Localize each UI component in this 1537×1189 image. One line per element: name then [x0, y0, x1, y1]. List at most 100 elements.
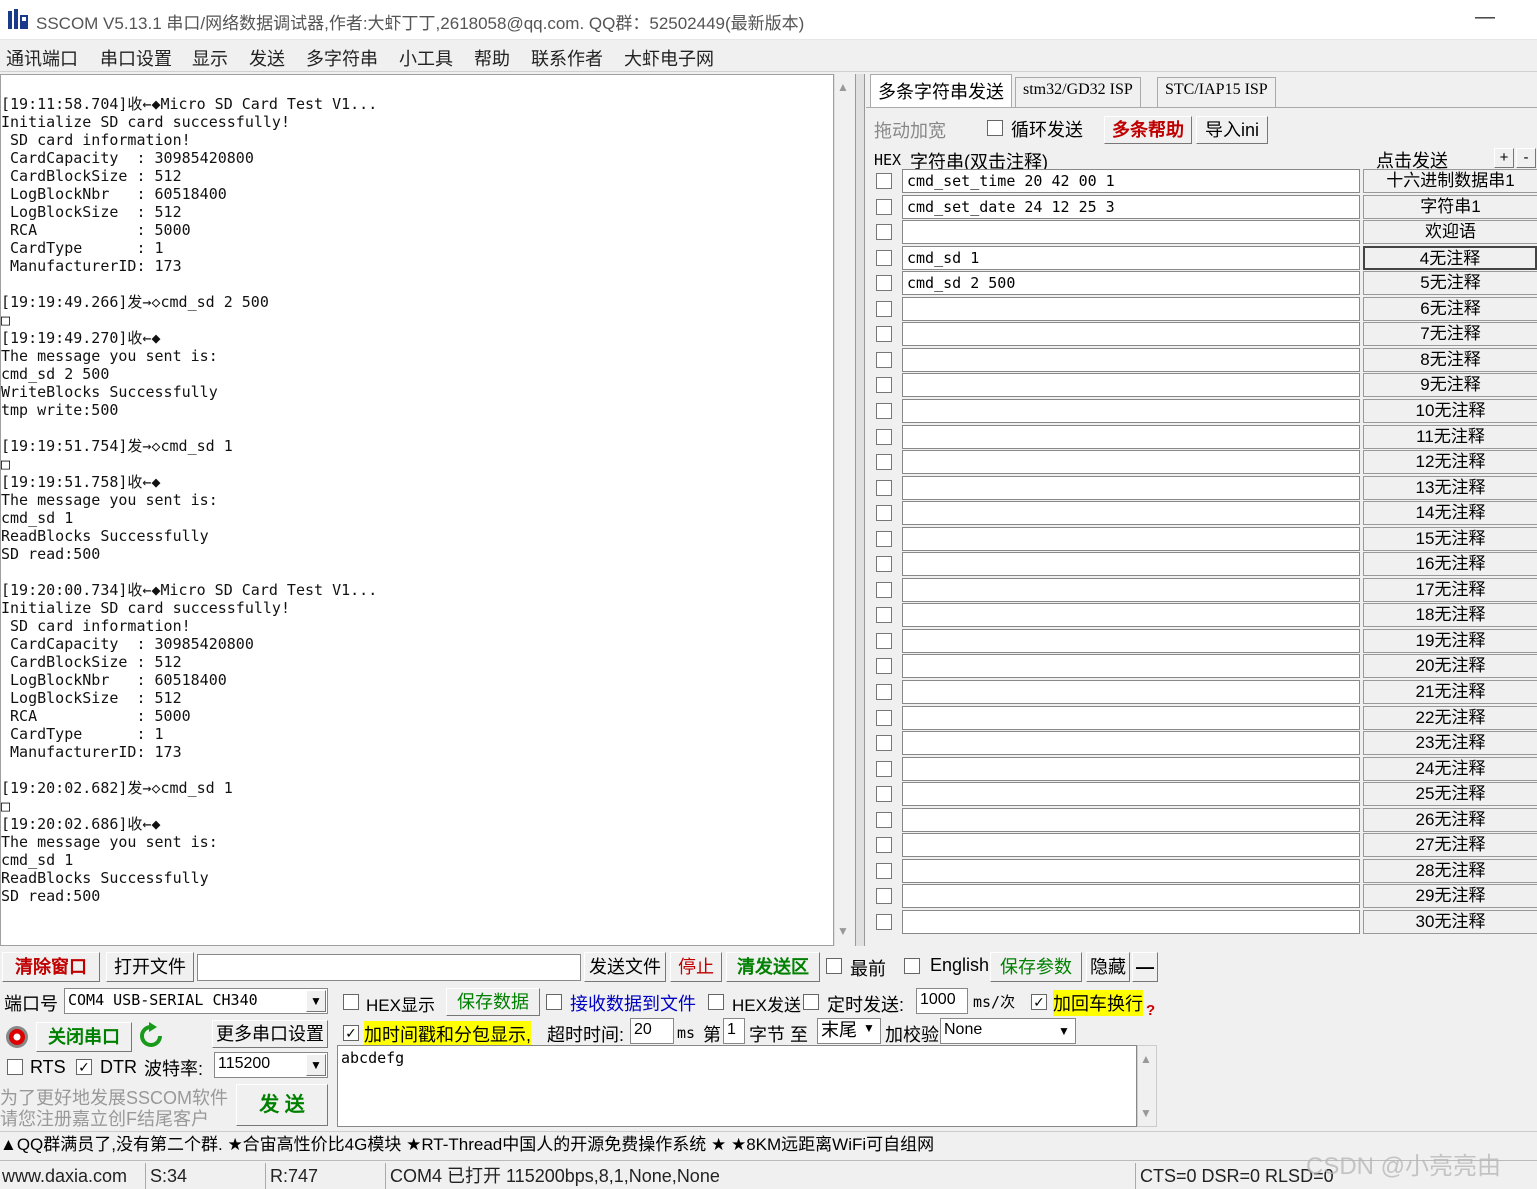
row-send-button[interactable]: 12无注释	[1363, 450, 1537, 474]
checksum-select[interactable]: None	[940, 1018, 1076, 1044]
row-send-button[interactable]: 23无注释	[1363, 731, 1537, 755]
row-string-input[interactable]	[902, 731, 1360, 755]
drag-widen-label[interactable]: 拖动加宽	[874, 117, 946, 143]
dtr-checkbox[interactable]: ✓	[76, 1059, 92, 1075]
row-send-button[interactable]: 7无注释	[1363, 322, 1537, 346]
send-scroll-up-icon[interactable]: ▲	[1140, 1052, 1152, 1066]
row-string-input[interactable]	[902, 552, 1360, 576]
row-string-input[interactable]: cmd_set_date 24 12 25 3	[902, 195, 1360, 219]
row-send-button[interactable]: 30无注释	[1363, 910, 1537, 934]
menu-send[interactable]: 发送	[249, 45, 285, 71]
row-string-input[interactable]: cmd_set_time 20 42 00 1	[902, 169, 1360, 193]
menu-comm-port[interactable]: 通讯端口	[6, 45, 78, 71]
clear-send-area-button[interactable]: 清发送区	[726, 952, 820, 982]
row-send-button[interactable]: 27无注释	[1363, 833, 1537, 857]
remove-row-button[interactable]: -	[1516, 148, 1536, 168]
row-string-input[interactable]	[902, 833, 1360, 857]
row-hex-checkbox[interactable]	[876, 505, 892, 521]
row-string-input[interactable]: cmd_sd 2 500	[902, 271, 1360, 295]
recv-to-file-checkbox[interactable]	[546, 994, 562, 1010]
row-hex-checkbox[interactable]	[876, 480, 892, 496]
row-hex-checkbox[interactable]	[876, 786, 892, 802]
clear-window-button[interactable]: 清除窗口	[2, 952, 100, 982]
row-string-input[interactable]	[902, 680, 1360, 704]
row-hex-checkbox[interactable]	[876, 812, 892, 828]
menu-daxia-site[interactable]: 大虾电子网	[624, 45, 714, 71]
row-send-button[interactable]: 17无注释	[1363, 578, 1537, 602]
row-string-input[interactable]	[902, 348, 1360, 372]
row-hex-checkbox[interactable]	[876, 403, 892, 419]
row-string-input[interactable]	[902, 782, 1360, 806]
crlf-help-icon[interactable]: ?	[1146, 1002, 1155, 1019]
scroll-up-icon[interactable]: ▲	[837, 80, 849, 94]
row-hex-checkbox[interactable]	[876, 761, 892, 777]
row-hex-checkbox[interactable]	[876, 658, 892, 674]
port-select[interactable]: COM4 USB-SERIAL CH340	[64, 988, 328, 1014]
collapse-button[interactable]: —	[1132, 952, 1158, 982]
row-send-button[interactable]: 25无注释	[1363, 782, 1537, 806]
receive-scrollbar[interactable]: ▲ ▼	[834, 74, 854, 946]
hex-display-checkbox[interactable]	[343, 994, 359, 1010]
row-send-button[interactable]: 4无注释	[1363, 246, 1537, 270]
row-send-button[interactable]: 21无注释	[1363, 680, 1537, 704]
row-hex-checkbox[interactable]	[876, 735, 892, 751]
send-scrollbar[interactable]: ▲ ▼	[1137, 1045, 1157, 1127]
file-path-field[interactable]	[197, 954, 581, 981]
row-string-input[interactable]	[902, 884, 1360, 908]
row-send-button[interactable]: 8无注释	[1363, 348, 1537, 372]
row-string-input[interactable]	[902, 654, 1360, 678]
status-site[interactable]: www.daxia.com	[0, 1163, 146, 1189]
row-string-input[interactable]	[902, 297, 1360, 321]
row-send-button[interactable]: 5无注释	[1363, 271, 1537, 295]
row-string-input[interactable]	[902, 757, 1360, 781]
loop-send-checkbox[interactable]	[987, 120, 1003, 136]
send-file-button[interactable]: 发送文件	[584, 952, 666, 982]
hide-button[interactable]: 隐藏	[1086, 952, 1130, 982]
add-row-button[interactable]: +	[1494, 148, 1514, 168]
row-send-button[interactable]: 14无注释	[1363, 501, 1537, 525]
row-string-input[interactable]	[902, 322, 1360, 346]
multi-help-button[interactable]: 多条帮助	[1104, 116, 1192, 144]
row-string-input[interactable]	[902, 476, 1360, 500]
open-file-button[interactable]: 打开文件	[106, 952, 194, 982]
row-send-button[interactable]: 10无注释	[1363, 399, 1537, 423]
row-send-button[interactable]: 26无注释	[1363, 808, 1537, 832]
menu-tools[interactable]: 小工具	[399, 45, 453, 71]
menu-serial-settings[interactable]: 串口设置	[100, 45, 172, 71]
row-send-button[interactable]: 19无注释	[1363, 629, 1537, 653]
row-hex-checkbox[interactable]	[876, 863, 892, 879]
row-hex-checkbox[interactable]	[876, 633, 892, 649]
port-dropdown-icon[interactable]: ▼	[306, 990, 326, 1012]
row-send-button[interactable]: 6无注释	[1363, 297, 1537, 321]
row-hex-checkbox[interactable]	[876, 837, 892, 853]
row-hex-checkbox[interactable]	[876, 352, 892, 368]
row-hex-checkbox[interactable]	[876, 301, 892, 317]
row-string-input[interactable]: cmd_sd 1	[902, 246, 1360, 270]
scroll-down-icon[interactable]: ▼	[837, 924, 849, 938]
refresh-icon[interactable]	[138, 1022, 164, 1050]
end-dropdown-icon[interactable]: ▼	[863, 1021, 875, 1035]
row-string-input[interactable]	[902, 399, 1360, 423]
row-hex-checkbox[interactable]	[876, 199, 892, 215]
row-string-input[interactable]	[902, 450, 1360, 474]
row-hex-checkbox[interactable]	[876, 914, 892, 930]
close-port-button[interactable]: 关闭串口	[36, 1022, 132, 1052]
timestamp-checkbox[interactable]: ✓	[343, 1025, 359, 1041]
row-hex-checkbox[interactable]	[876, 326, 892, 342]
row-send-button[interactable]: 29无注释	[1363, 884, 1537, 908]
row-send-button[interactable]: 24无注释	[1363, 757, 1537, 781]
interval-input[interactable]: 1000	[916, 988, 968, 1014]
row-send-button[interactable]: 字符串1	[1363, 195, 1537, 219]
english-checkbox[interactable]	[904, 958, 920, 974]
append-crlf-checkbox[interactable]: ✓	[1031, 994, 1047, 1010]
timed-send-checkbox[interactable]	[803, 994, 819, 1010]
row-hex-checkbox[interactable]	[876, 888, 892, 904]
row-send-button[interactable]: 11无注释	[1363, 425, 1537, 449]
panel-splitter[interactable]	[855, 74, 865, 946]
row-hex-checkbox[interactable]	[876, 531, 892, 547]
row-hex-checkbox[interactable]	[876, 710, 892, 726]
row-string-input[interactable]	[902, 425, 1360, 449]
row-hex-checkbox[interactable]	[876, 377, 892, 393]
menu-multi-string[interactable]: 多字符串	[306, 45, 378, 71]
baud-dropdown-icon[interactable]: ▼	[306, 1054, 326, 1076]
